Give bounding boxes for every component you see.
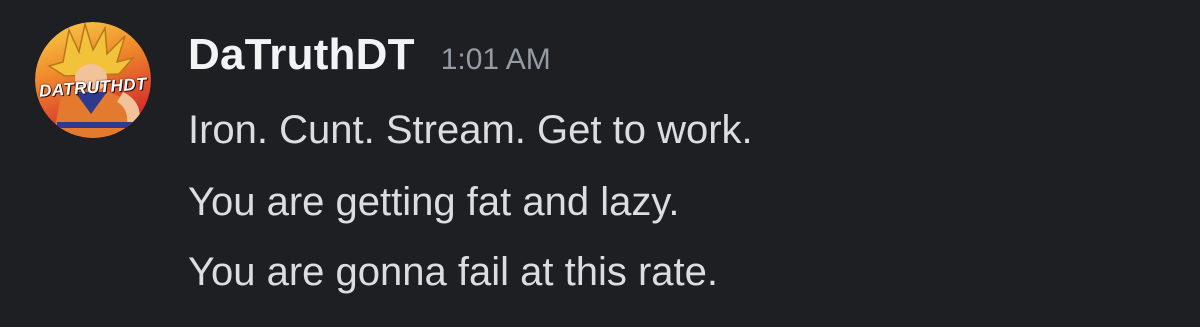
message-header: DaTruthDT 1:01 AM [188, 30, 551, 82]
message-line: Iron. Cunt. Stream. Get to work. [188, 108, 753, 152]
message-line: You are getting fat and lazy. [188, 180, 680, 224]
message-line: You are gonna fail at this rate. [188, 250, 718, 294]
user-avatar[interactable]: DATRUTHDT [35, 22, 151, 138]
username[interactable]: DaTruthDT [188, 30, 415, 80]
chat-message: DATRUTHDT DaTruthDT 1:01 AM Iron. Cunt. … [0, 0, 1200, 327]
timestamp: 1:01 AM [440, 43, 551, 76]
